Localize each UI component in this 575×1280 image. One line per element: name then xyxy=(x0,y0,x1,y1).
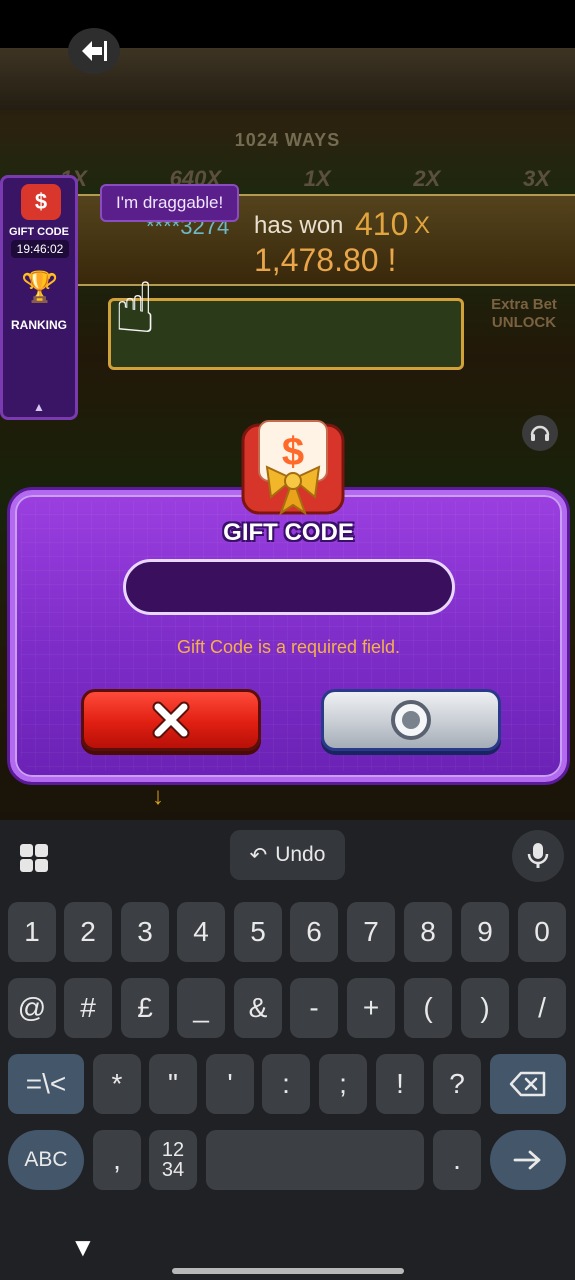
key-single-quote[interactable]: ' xyxy=(206,1054,254,1114)
headset-icon xyxy=(530,425,550,441)
dialog-title: GIFT CODE xyxy=(223,519,354,546)
hand-pointer-icon: ☝ xyxy=(113,269,157,347)
apps-grid-icon[interactable] xyxy=(16,840,52,876)
undo-label: Undo xyxy=(275,843,326,866)
win-multiplier-suffix: X xyxy=(414,212,431,239)
backspace-key[interactable] xyxy=(490,1054,566,1114)
extra-bet-unlock[interactable]: Extra Bet UNLOCK xyxy=(474,296,574,332)
keyboard-toolbar: ↶ Undo xyxy=(0,820,575,890)
circle-icon xyxy=(391,700,431,740)
undo-button[interactable]: ↶ Undo xyxy=(230,830,345,880)
key-space[interactable] xyxy=(206,1130,424,1190)
gift-code-input[interactable] xyxy=(123,559,455,615)
cancel-button[interactable] xyxy=(81,689,261,751)
key-5[interactable]: 5 xyxy=(234,902,282,962)
support-button[interactable] xyxy=(522,415,558,451)
key-1[interactable]: 1 xyxy=(8,902,56,962)
back-button[interactable] xyxy=(68,28,120,74)
onscreen-keyboard: ↶ Undo 1 2 3 4 5 6 7 8 9 0 @ # £ _ & - +… xyxy=(0,820,575,1280)
key-period[interactable]: . xyxy=(433,1130,481,1190)
draggable-tooltip[interactable]: I'm draggable! xyxy=(100,184,240,222)
undo-icon: ↶ xyxy=(249,843,268,867)
confirm-button[interactable] xyxy=(321,689,501,751)
key-minus[interactable]: - xyxy=(290,978,338,1038)
key-double-quote[interactable]: " xyxy=(149,1054,197,1114)
key-at[interactable]: @ xyxy=(8,978,56,1038)
win-multiplier: 410 xyxy=(355,206,409,242)
key-hash[interactable]: # xyxy=(64,978,112,1038)
side-panel[interactable]: $ GIFT CODE 19:46:02 🏆 RANKING ▲ xyxy=(0,175,78,420)
key-2[interactable]: 2 xyxy=(64,902,112,962)
nav-back-icon[interactable]: ▼ xyxy=(70,1232,96,1263)
key-7[interactable]: 7 xyxy=(347,902,395,962)
side-gift-code-label: GIFT CODE xyxy=(9,226,69,238)
arrow-right-icon xyxy=(513,1150,541,1170)
numpad-top-label: 12 xyxy=(161,1139,185,1161)
multiplier-item: 1X xyxy=(303,166,331,191)
key-0[interactable]: 0 xyxy=(518,902,566,962)
microphone-button[interactable] xyxy=(512,830,564,882)
key-8[interactable]: 8 xyxy=(404,902,452,962)
win-text: has won xyxy=(254,212,344,239)
key-3[interactable]: 3 xyxy=(121,902,169,962)
navigation-bar: ▼ xyxy=(0,1220,575,1280)
key-question[interactable]: ? xyxy=(433,1054,481,1114)
key-9[interactable]: 9 xyxy=(461,902,509,962)
multiplier-item: 3X xyxy=(523,166,550,191)
key-asterisk[interactable]: * xyxy=(93,1054,141,1114)
gift-icon[interactable]: $ xyxy=(21,184,61,220)
win-amount: 1,478.80 ! xyxy=(254,242,397,278)
numpad-bottom-label: 34 xyxy=(161,1159,185,1181)
key-more-symbols[interactable]: =\< xyxy=(8,1054,84,1114)
key-pound[interactable]: £ xyxy=(121,978,169,1038)
key-underscore[interactable]: _ xyxy=(177,978,225,1038)
key-slash[interactable]: / xyxy=(518,978,566,1038)
key-open-paren[interactable]: ( xyxy=(404,978,452,1038)
gift-code-dialog: $ GIFT CODE Gift Code is a required fiel… xyxy=(10,420,567,782)
gift-box-icon: $ xyxy=(241,420,345,516)
exit-icon xyxy=(82,41,107,61)
close-icon xyxy=(152,701,190,739)
microphone-icon xyxy=(527,843,549,868)
key-ampersand[interactable]: & xyxy=(234,978,282,1038)
key-numpad[interactable]: 12 34 xyxy=(149,1130,197,1190)
multiplier-item: 2X xyxy=(413,166,441,191)
gift-code-timer: 19:46:02 xyxy=(11,240,69,258)
key-exclamation[interactable]: ! xyxy=(376,1054,424,1114)
key-abc[interactable]: ABC xyxy=(8,1130,84,1190)
key-comma[interactable]: , xyxy=(93,1130,141,1190)
backspace-icon xyxy=(509,1071,546,1097)
chevron-up-icon[interactable]: ▲ xyxy=(3,400,75,414)
win-announcement: ****3274 has won 410 X 1,478.80 ! xyxy=(0,194,575,286)
key-4[interactable]: 4 xyxy=(177,902,225,962)
key-close-paren[interactable]: ) xyxy=(461,978,509,1038)
trophy-icon[interactable]: 🏆 xyxy=(15,268,65,308)
key-6[interactable]: 6 xyxy=(290,902,338,962)
svg-text:$: $ xyxy=(282,430,304,474)
key-plus[interactable]: + xyxy=(347,978,395,1038)
home-handle[interactable] xyxy=(172,1268,404,1274)
side-ranking-label: RANKING xyxy=(11,318,67,332)
ways-label: 1024 WAYS xyxy=(234,130,341,150)
arrow-down-icon: ↓ xyxy=(152,783,164,810)
key-semicolon[interactable]: ; xyxy=(319,1054,367,1114)
key-colon[interactable]: : xyxy=(262,1054,310,1114)
key-enter[interactable] xyxy=(490,1130,566,1190)
error-message: Gift Code is a required field. xyxy=(176,637,401,657)
